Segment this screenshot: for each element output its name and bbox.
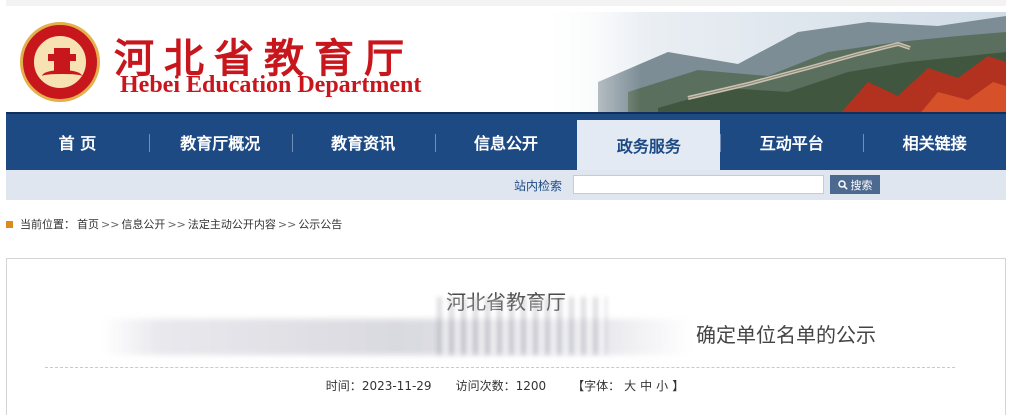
visits-label: 访问次数： [455, 379, 516, 393]
article-divider [45, 367, 955, 368]
search-bar: 站内检索 搜索 [6, 170, 1006, 200]
article-title-visible-part: 确定单位名单的公示 [696, 323, 876, 347]
search-input[interactable] [573, 175, 824, 194]
font-size-small-button[interactable]: 小 [656, 379, 668, 393]
site-header: 河北省教育厅 Hebei Education Department [6, 0, 1006, 112]
visits-value: 1200 [515, 379, 547, 393]
site-title-en: Hebei Education Department [120, 72, 422, 98]
location-icon [6, 220, 13, 228]
breadcrumb-home-link[interactable]: 首页 [77, 216, 99, 232]
nav-item-home[interactable]: 首 页 [6, 114, 149, 170]
time-label: 时间： [325, 379, 362, 393]
breadcrumb: 当前位置： 首页 >> 信息公开 >> 法定主动公开内容 >> 公示公告 [6, 216, 342, 232]
nav-item-education-news[interactable]: 教育资讯 [291, 114, 435, 170]
search-button-label: 搜索 [850, 178, 873, 192]
nav-item-government-services[interactable]: 政务服务 [577, 120, 721, 170]
breadcrumb-prefix: 当前位置： [20, 218, 75, 231]
breadcrumb-separator: >> [101, 217, 120, 231]
nav-item-interactive-platform[interactable]: 互动平台 [720, 114, 863, 170]
nav-item-information-disclosure[interactable]: 信息公开 [434, 114, 578, 170]
blurred-title-region-detail [437, 297, 607, 355]
page-wrapper: 河北省教育厅 Hebei Education Department 首 页 教育… [6, 0, 1006, 200]
search-button[interactable]: 搜索 [830, 175, 880, 194]
main-navigation: 首 页 教育厅概况 教育资讯 信息公开 政务服务 互动平台 相关链接 [6, 112, 1006, 170]
article-panel: 河北省教育厅 确定单位名单的公示 时间：2023-11-29 访问次数：1200… [6, 258, 1006, 415]
breadcrumb-information-disclosure-link[interactable]: 信息公开 [121, 216, 165, 232]
font-size-bracket: 】 [672, 379, 685, 393]
article-time: 时间：2023-11-29 [326, 377, 432, 394]
nav-item-related-links[interactable]: 相关链接 [863, 114, 1006, 170]
article-visits: 访问次数：1200 [456, 377, 547, 394]
search-label: 站内检索 [514, 179, 563, 193]
breadcrumb-public-notice-link[interactable]: 公示公告 [298, 216, 342, 232]
breadcrumb-statutory-content-link[interactable]: 法定主动公开内容 [188, 216, 276, 232]
time-value: 2023-11-29 [361, 379, 432, 393]
font-size-label: 【字体： [572, 379, 621, 393]
department-emblem-logo [20, 22, 100, 102]
breadcrumb-separator: >> [277, 217, 297, 231]
font-size-control: 【字体：大中小】 [570, 377, 686, 394]
search-icon [837, 179, 848, 190]
font-size-large-button[interactable]: 大 [624, 379, 636, 393]
breadcrumb-separator: >> [167, 217, 186, 231]
article-meta: 时间：2023-11-29 访问次数：1200 【字体：大中小】 [7, 377, 1005, 394]
great-wall-banner-image [538, 12, 1006, 112]
nav-item-department-overview[interactable]: 教育厅概况 [148, 114, 292, 170]
font-size-medium-button[interactable]: 中 [640, 379, 652, 393]
